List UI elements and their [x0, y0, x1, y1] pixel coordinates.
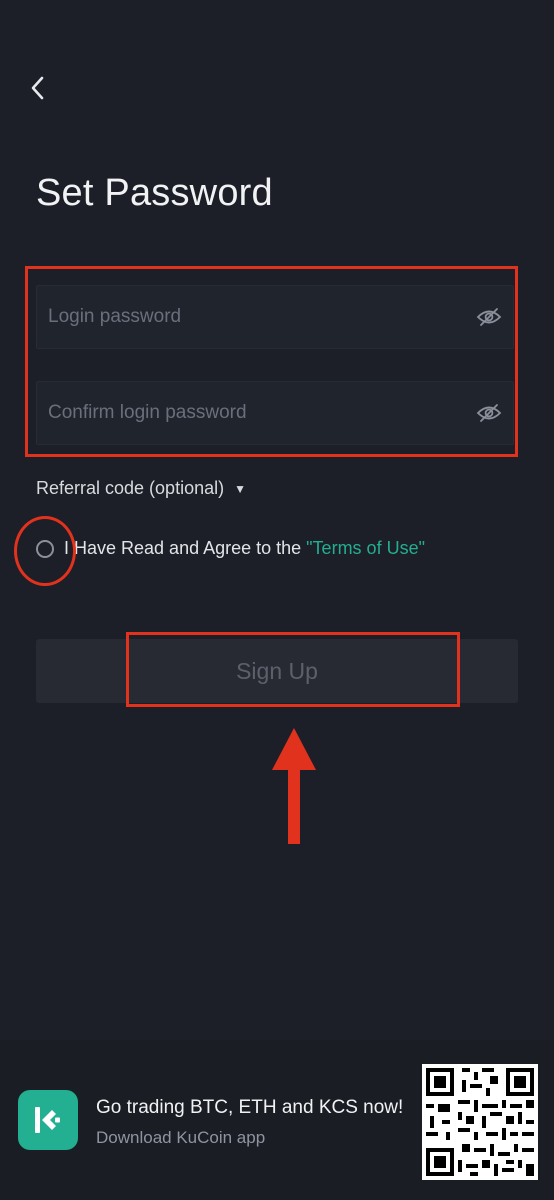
login-password-input[interactable]: [37, 286, 465, 348]
login-password-field: [36, 285, 514, 349]
referral-code-toggle[interactable]: Referral code (optional) ▼: [36, 478, 246, 499]
set-password-screen: Set Password Referral code (optional) ▼ …: [0, 0, 554, 1200]
agree-text: I Have Read and Agree to the: [64, 538, 302, 558]
caret-down-icon: ▼: [234, 481, 246, 496]
eye-off-icon: [476, 308, 502, 326]
back-button[interactable]: [22, 72, 54, 104]
kucoin-logo-icon: [18, 1090, 78, 1150]
download-app-banner[interactable]: Go trading BTC, ETH and KCS now! Downloa…: [0, 1040, 554, 1200]
eye-off-icon: [476, 404, 502, 422]
arrow-up-icon: [272, 728, 316, 844]
toggle-confirm-password-visibility[interactable]: [465, 382, 513, 444]
terms-of-use-link[interactable]: "Terms of Use": [306, 538, 425, 559]
confirm-password-field: [36, 381, 514, 445]
page-title: Set Password: [36, 172, 273, 214]
sign-up-button[interactable]: Sign Up: [36, 639, 518, 703]
chevron-left-icon: [31, 76, 44, 100]
toggle-login-password-visibility[interactable]: [465, 286, 513, 348]
qr-code-icon[interactable]: [422, 1064, 538, 1180]
agree-radio[interactable]: [36, 539, 54, 558]
referral-label: Referral code (optional): [36, 478, 225, 498]
banner-subtitle: Download KuCoin app: [96, 1128, 266, 1147]
banner-title: Go trading BTC, ETH and KCS now!: [96, 1097, 404, 1118]
terms-agreement-row: I Have Read and Agree to the "Terms of U…: [36, 538, 425, 559]
confirm-password-input[interactable]: [37, 382, 465, 444]
